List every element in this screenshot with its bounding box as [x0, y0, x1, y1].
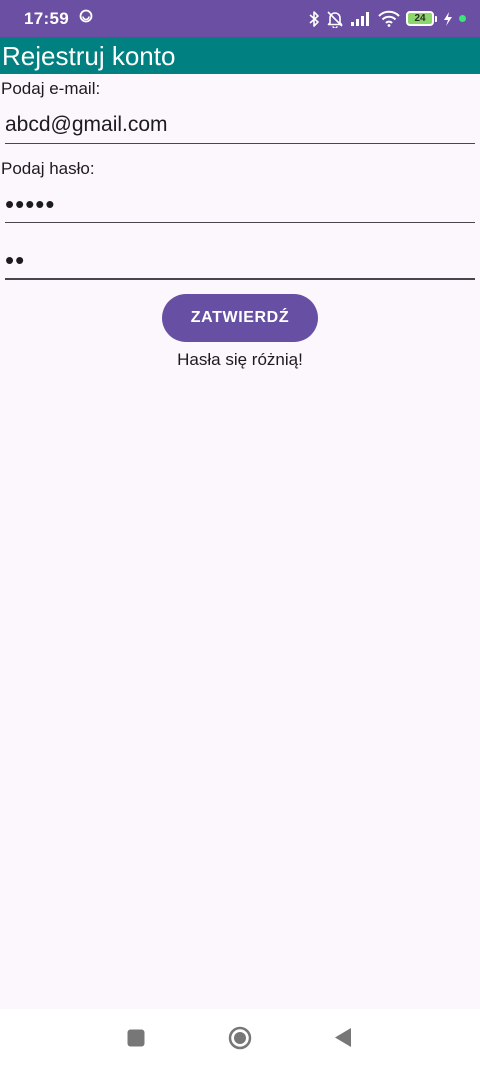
charging-icon	[443, 11, 453, 26]
wifi-icon	[378, 10, 400, 27]
bluetooth-icon	[308, 10, 320, 28]
battery-icon: 24	[406, 11, 437, 26]
email-value: abcd@gmail.com	[5, 113, 168, 136]
battery-tip	[435, 15, 437, 22]
battery-level: 24	[406, 11, 434, 26]
password-field[interactable]: •••••	[5, 186, 475, 223]
password-value: •••••	[5, 189, 56, 219]
home-icon[interactable]	[228, 1026, 252, 1050]
navigation-bar	[0, 1009, 480, 1067]
password-confirm-field[interactable]: ••	[5, 242, 475, 280]
status-left: 17:59	[24, 9, 93, 29]
back-icon[interactable]	[334, 1027, 352, 1048]
submit-button[interactable]: ZATWIERDŹ	[162, 294, 318, 342]
email-label: Podaj e-mail:	[1, 79, 101, 98]
status-right: 24	[308, 10, 466, 28]
sync-icon	[79, 9, 93, 28]
recents-icon[interactable]	[127, 1029, 145, 1047]
app-bar: Rejestruj konto	[0, 37, 480, 74]
page-title: Rejestruj konto	[2, 40, 176, 71]
charging-dot	[459, 15, 466, 22]
screen: 17:59 24 Rejestruj konto Podaj e-mail: a…	[0, 0, 480, 1067]
password-label: Podaj hasło:	[1, 159, 95, 178]
password-confirm-value: ••	[5, 245, 26, 275]
error-message: Hasła się różnią!	[177, 350, 303, 369]
muted-bell-icon	[326, 10, 344, 28]
signal-icon	[350, 11, 372, 27]
status-time: 17:59	[24, 8, 69, 28]
status-bar: 17:59 24	[0, 0, 480, 37]
email-field[interactable]: abcd@gmail.com	[5, 107, 475, 144]
